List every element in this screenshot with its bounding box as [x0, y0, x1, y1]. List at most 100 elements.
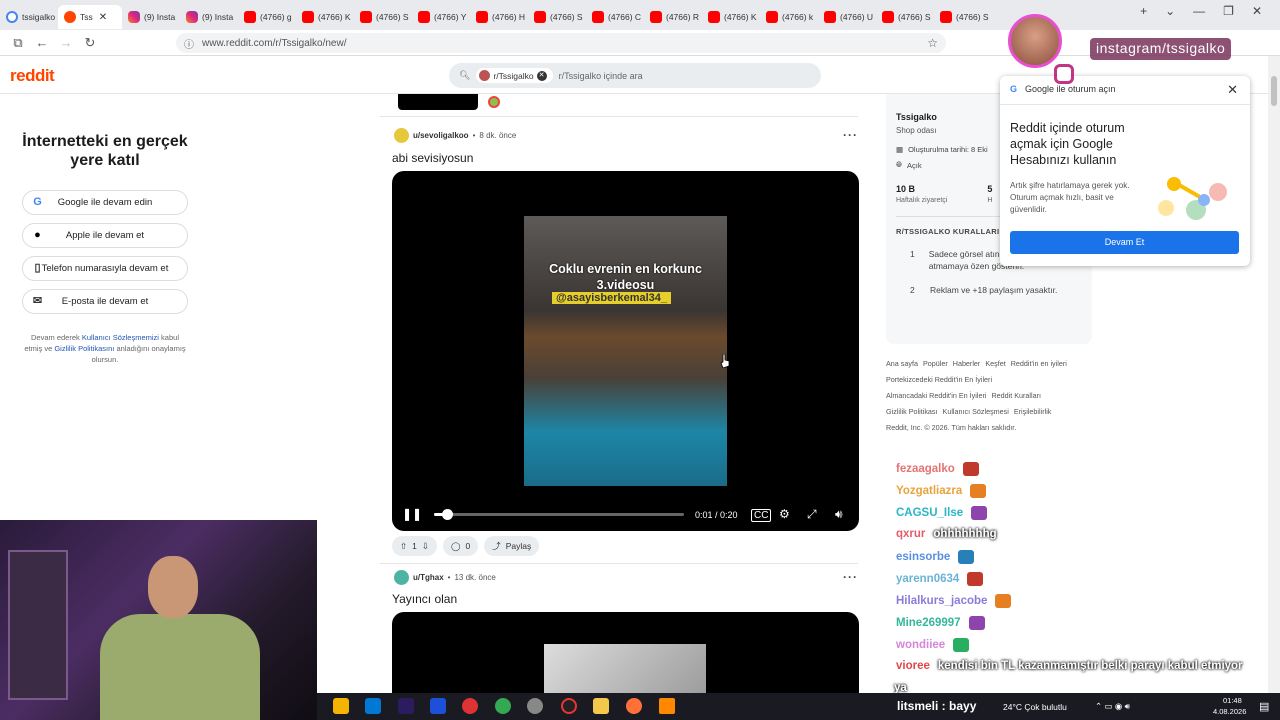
browser-tab[interactable]: (4766) S: [528, 5, 586, 29]
browser-tab[interactable]: (4766) H: [470, 5, 528, 29]
post-author[interactable]: u/sevoligalkoo: [413, 131, 469, 140]
notification-icon[interactable]: ▤: [1259, 700, 1269, 713]
footer-link[interactable]: Ana sayfa: [886, 359, 918, 368]
chrome-icon[interactable]: [495, 698, 511, 714]
premiere-icon[interactable]: [398, 698, 414, 714]
browser-tab[interactable]: tssigalko: [0, 5, 58, 29]
chip-close-icon[interactable]: ✕: [536, 70, 547, 81]
opera-icon[interactable]: [462, 698, 478, 714]
browser-tab[interactable]: (4766) k: [760, 5, 818, 29]
footer-link[interactable]: Reddit'in en iyileri: [1011, 359, 1067, 368]
footer-link[interactable]: Gizlilik Politikası: [886, 407, 938, 416]
browser-tab[interactable]: (4766) C: [586, 5, 644, 29]
login-option-label: Apple ile devam et: [65, 230, 145, 241]
footer-link[interactable]: Portekizcedeki Reddit'in En İyileri: [886, 375, 992, 384]
clock-time[interactable]: 01:48: [1223, 696, 1242, 705]
system-tray-icons[interactable]: ⌃ ▭ ◉ 🔊︎: [1095, 701, 1130, 712]
chat-username: Mine269997: [896, 617, 961, 629]
browser-tab[interactable]: (4766) K: [702, 5, 760, 29]
post-author[interactable]: u/Tghax: [413, 573, 444, 582]
obs-icon[interactable]: [561, 698, 577, 714]
app-icon[interactable]: [430, 698, 446, 714]
folder-icon[interactable]: [593, 698, 609, 714]
post-meta: u/sevoligalkoo • 8 dk. önce: [394, 128, 516, 143]
footer-row: Portekizcedeki Reddit'in En İyileri: [886, 372, 1096, 388]
share-button[interactable]: ⤴ Paylaş: [484, 536, 540, 556]
tab-actions-icon[interactable]: ⧉: [6, 35, 30, 51]
video-player[interactable]: [392, 612, 859, 704]
user-agreement-link[interactable]: Kullanıcı Sözleşmemizi: [82, 333, 159, 342]
seek-handle[interactable]: [441, 509, 453, 520]
app-icon[interactable]: [527, 698, 543, 714]
search-placeholder[interactable]: r/Tssigalko içinde ara: [559, 71, 643, 81]
reddit-logo[interactable]: reddit: [10, 66, 55, 86]
tab-title: tssigalko: [22, 12, 56, 22]
scroll-thumb[interactable]: [1271, 76, 1277, 106]
login-option-button[interactable]: ✉ E-posta ile devam et: [22, 289, 188, 314]
fullscreen-icon[interactable]: ⤢: [807, 507, 817, 522]
login-option-button[interactable]: G Google ile devam edin: [22, 190, 188, 215]
search-bar[interactable]: 🔍︎ r/Tssigalko ✕ r/Tssigalko içinde ara: [449, 63, 821, 88]
login-option-button[interactable]: ● Apple ile devam et: [22, 223, 188, 248]
post-title[interactable]: Yayıncı olan: [392, 592, 457, 606]
browser-tab[interactable]: (9) Insta: [180, 5, 238, 29]
bookmark-star-icon[interactable]: ☆: [927, 36, 938, 50]
captions-icon[interactable]: CC: [751, 509, 772, 522]
browser-tab[interactable]: (4766) Y: [412, 5, 470, 29]
subreddit-chip[interactable]: r/Tssigalko ✕: [476, 68, 553, 83]
browser-tab[interactable]: (4766) S: [876, 5, 934, 29]
clock-date[interactable]: 4.08.2026: [1213, 707, 1246, 716]
pause-icon[interactable]: ❚❚: [402, 507, 422, 521]
privacy-policy-link[interactable]: Gizlilik Politikasını: [54, 344, 114, 353]
more-options-icon[interactable]: ···: [843, 128, 858, 142]
upvote-icon[interactable]: ⇧: [400, 541, 407, 552]
seek-bar[interactable]: [434, 509, 684, 520]
browser-tab[interactable]: Tss ✕: [58, 5, 122, 29]
previous-post-media: [398, 94, 478, 110]
site-info-icon[interactable]: ⓘ: [184, 36, 194, 51]
browser-tab[interactable]: (4766) K: [296, 5, 354, 29]
user-avatar[interactable]: [394, 128, 409, 143]
downvote-icon[interactable]: ⇩: [422, 541, 429, 552]
firefox-icon[interactable]: [626, 698, 642, 714]
vlc-icon[interactable]: [659, 698, 675, 714]
file-explorer-icon[interactable]: [333, 698, 349, 714]
hand-cursor-icon: [720, 354, 730, 368]
footer-link[interactable]: Erişilebilirlik: [1014, 407, 1052, 416]
footer-link[interactable]: Kullanıcı Sözleşmesi: [943, 407, 1009, 416]
forward-icon[interactable]: →: [54, 35, 78, 50]
search-icon: 🔍︎: [459, 70, 471, 80]
close-icon[interactable]: ✕: [1227, 82, 1238, 98]
tab-close-icon[interactable]: ✕: [99, 12, 107, 23]
browser-tab[interactable]: (4766) U: [818, 5, 876, 29]
footer-row: Reddit, Inc. © 2026. Tüm hakları saklıdı…: [886, 420, 1096, 436]
chat-username: CAGSU_Ilse: [896, 507, 964, 519]
back-icon[interactable]: ←: [30, 35, 54, 50]
browser-tab[interactable]: (9) Insta: [122, 5, 180, 29]
browser-tab[interactable]: (4766) S: [934, 5, 992, 29]
weather-text[interactable]: 24°C Çok bulutlu: [1003, 702, 1067, 712]
footer-link[interactable]: Almancadaki Reddit'in En İyileri: [886, 391, 986, 400]
outlook-icon[interactable]: [365, 698, 381, 714]
settings-gear-icon[interactable]: ⚙: [779, 507, 790, 521]
continue-button[interactable]: Devam Et: [1010, 231, 1239, 254]
user-avatar[interactable]: [394, 570, 409, 585]
login-option-button[interactable]: ▯ Telefon numarasıyla devam et: [22, 256, 188, 281]
post-title[interactable]: abi sevisiyosun: [392, 151, 473, 165]
footer-link[interactable]: Keşfet: [985, 359, 1005, 368]
footer-link[interactable]: Reddit Kuralları: [991, 391, 1041, 400]
address-bar[interactable]: ⓘ www.reddit.com/r/Tssigalko/new/ ☆: [176, 33, 946, 53]
comments-button[interactable]: ◯ 0: [442, 536, 479, 556]
rule-item[interactable]: 2 Reklam ve +18 paylaşım yasaktır.: [896, 284, 1082, 296]
footer-link[interactable]: Popüler: [923, 359, 948, 368]
more-options-icon[interactable]: ···: [843, 570, 858, 584]
page-scrollbar[interactable]: [1268, 56, 1280, 693]
browser-tab[interactable]: (4766) g: [238, 5, 296, 29]
browser-tab[interactable]: (4766) S: [354, 5, 412, 29]
footer-link[interactable]: Haberler: [953, 359, 981, 368]
volume-icon[interactable]: 🔊︎: [835, 507, 843, 522]
footer-link[interactable]: Reddit, Inc. © 2026. Tüm hakları saklıdı…: [886, 423, 1016, 432]
reload-icon[interactable]: ↻: [78, 35, 102, 51]
video-player[interactable]: Coklu evrenin en korkunc 3.videosu @asay…: [392, 171, 859, 531]
browser-tab[interactable]: (4766) R: [644, 5, 702, 29]
